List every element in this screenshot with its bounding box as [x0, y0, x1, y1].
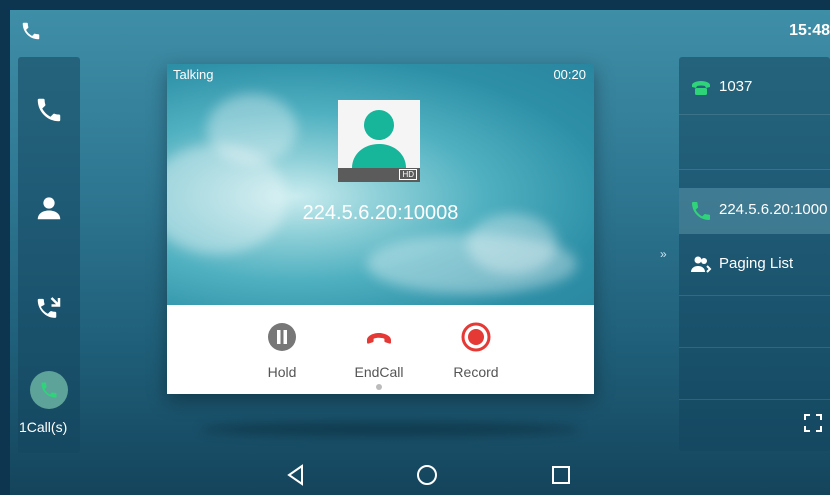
call-icon	[41, 382, 57, 398]
contacts-icon[interactable]	[34, 193, 64, 223]
hold-label: Hold	[267, 364, 297, 380]
call-duration: 00:20	[553, 67, 586, 82]
call-state: Talking	[173, 67, 214, 82]
navigation-bar	[10, 456, 830, 495]
card-shadow	[200, 422, 580, 436]
hd-badge: HD	[399, 169, 417, 180]
active-calls-button[interactable]	[30, 371, 68, 409]
paging-list-label: Paging List	[719, 255, 794, 272]
remote-number: 224.5.6.20:10008	[302, 202, 459, 224]
left-sidebar: 1Call(s)	[18, 57, 80, 453]
line-key-paging-list[interactable]: Paging List	[679, 242, 830, 288]
recent-apps-icon[interactable]	[548, 462, 574, 488]
line-key-phone-icon	[692, 81, 710, 95]
paging-list-icon	[691, 256, 712, 273]
phone-screen: 15:48 1Call(s) Talking 00:20 HD 224.5.6.…	[10, 10, 830, 495]
panel-handle-icon[interactable]: »	[660, 247, 667, 261]
expand-icon[interactable]	[802, 412, 824, 434]
back-icon[interactable]	[283, 462, 309, 488]
active-call-label: 224.5.6.20:1000	[719, 201, 828, 218]
end-call-label: EndCall	[354, 364, 404, 380]
line-key-1037[interactable]: 1037	[679, 65, 830, 111]
call-card: Talking 00:20 HD 224.5.6.20:10008 Hold E…	[167, 64, 594, 394]
line-key-active-call[interactable]: 224.5.6.20:1000	[679, 188, 830, 234]
status-time: 15:48	[789, 22, 830, 39]
line-key-label: 1037	[719, 78, 753, 95]
end-call-button[interactable]: EndCall	[344, 321, 414, 380]
person-silhouette-icon	[352, 110, 406, 168]
record-label: Record	[453, 364, 499, 380]
calls-count-label[interactable]: 1Call(s)	[19, 419, 67, 435]
dialer-phone-icon[interactable]	[34, 95, 64, 125]
phone-icon	[692, 202, 710, 220]
call-history-icon[interactable]	[34, 293, 64, 323]
phone-icon	[22, 22, 40, 40]
call-actions: Hold EndCall Record	[167, 305, 594, 394]
hold-button[interactable]: Hold	[247, 321, 317, 380]
page-indicator	[376, 384, 382, 390]
line-key-panel: 1037 224.5.6.20:1000 Paging List	[679, 57, 830, 451]
record-icon	[461, 322, 491, 352]
caller-avatar: HD	[338, 100, 420, 182]
pause-icon	[268, 323, 296, 351]
home-icon[interactable]	[414, 462, 440, 488]
record-button[interactable]: Record	[441, 321, 511, 380]
end-call-icon	[367, 333, 391, 344]
call-background: Talking 00:20 HD 224.5.6.20:10008	[167, 64, 594, 305]
avatar-bar: HD	[338, 168, 420, 182]
status-bar: 15:48	[10, 10, 830, 52]
